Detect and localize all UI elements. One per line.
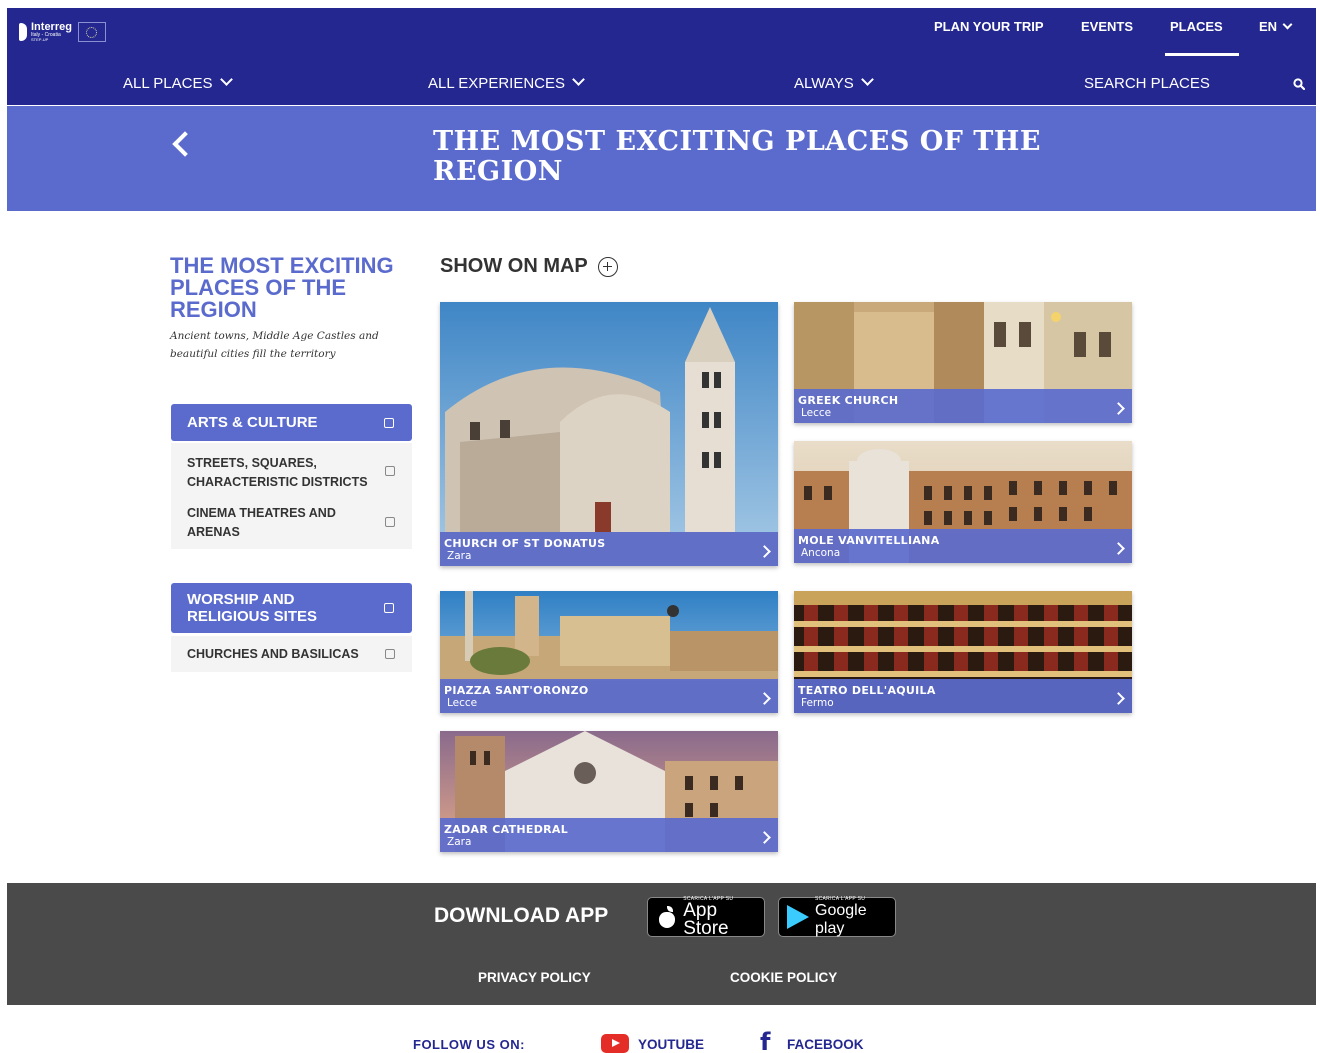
google-play-button[interactable]: SCARICA L'APP SU Google play (778, 896, 896, 937)
show-on-map-button[interactable]: SHOW ON MAP (440, 255, 618, 278)
filter-always-label: ALWAYS (794, 74, 854, 92)
logo-project: STEP-UP (31, 37, 49, 42)
active-nav-indicator (1165, 53, 1239, 56)
filter-all-places-label: ALL PLACES (123, 74, 213, 92)
nav-events[interactable]: EVENTS (1081, 0, 1133, 53)
place-city: Zara (447, 550, 472, 562)
place-card[interactable]: ZADAR CATHEDRAL Zara (440, 731, 778, 852)
page: Interreg Italy - Croatia STEP-UP PLAN YO… (0, 0, 1320, 1053)
place-card[interactable]: CHURCH OF ST DONATUS Zara (440, 302, 778, 566)
plus-circle-icon (597, 256, 618, 277)
youtube-link[interactable]: YOUTUBE (638, 1037, 704, 1052)
place-card[interactable]: MOLE VANVITELLIANA Ancona (794, 441, 1132, 563)
subcategory-list-arts: STREETS, SQUARES, CHARACTERISTIC DISTRIC… (171, 443, 412, 549)
app-store-button[interactable]: SCARICA L'APP SU App Store (647, 896, 765, 939)
place-city: Ancona (801, 547, 841, 559)
subcategory-churches[interactable]: CHURCHES AND BASILICAS (187, 645, 387, 664)
eu-flag-icon (77, 22, 106, 42)
search-icon[interactable] (1293, 78, 1305, 90)
search-places-input[interactable]: SEARCH PLACES (1084, 61, 1210, 105)
cookie-policy-link[interactable]: COOKIE POLICY (730, 970, 837, 985)
youtube-icon[interactable] (601, 1034, 629, 1053)
download-app-label: DOWNLOAD APP (434, 904, 609, 927)
category-worship[interactable]: WORSHIP AND RELIGIOUS SITES (171, 583, 412, 633)
filter-all-places[interactable]: ALL PLACES (123, 61, 233, 105)
filter-all-experiences-label: ALL EXPERIENCES (428, 74, 565, 92)
place-city: Fermo (801, 697, 834, 709)
sidebar-title: THE MOST EXCITING PLACES OF THE REGION (170, 253, 394, 322)
facebook-icon[interactable]: f (760, 1030, 770, 1053)
subcategory-streets[interactable]: STREETS, SQUARES, CHARACTERISTIC DISTRIC… (187, 454, 377, 492)
place-city: Zara (447, 836, 472, 848)
checkbox-icon[interactable] (385, 517, 395, 527)
language-selector[interactable]: EN (1259, 0, 1293, 53)
app-store-big: App Store (683, 900, 729, 939)
place-card[interactable]: GREEK CHURCH Lecce (794, 302, 1132, 423)
place-name: MOLE VANVITELLIANA (798, 534, 940, 547)
place-card[interactable]: PIAZZA SANT'ORONZO Lecce (440, 591, 778, 713)
chevron-down-icon (572, 72, 585, 86)
sidebar-subtitle: Ancient towns, Middle Age Castles and be… (170, 330, 379, 360)
google-play-big: Google play (815, 902, 867, 937)
church-of-st-donatus-image (440, 302, 778, 566)
chevron-down-icon (860, 72, 874, 86)
place-name: PIAZZA SANT'ORONZO (444, 684, 589, 697)
filter-always[interactable]: ALWAYS (794, 61, 874, 105)
language-label: EN (1259, 19, 1278, 34)
apple-icon (658, 906, 676, 928)
place-name: CHURCH OF ST DONATUS (444, 537, 606, 550)
category-arts-culture[interactable]: ARTS & CULTURE (171, 404, 412, 441)
google-play-icon (787, 905, 809, 929)
filter-all-experiences[interactable]: ALL EXPERIENCES (428, 61, 585, 105)
nav-plan-your-trip[interactable]: PLAN YOUR TRIP (934, 0, 1044, 53)
checkbox-icon[interactable] (384, 603, 394, 613)
place-name: GREEK CHURCH (798, 394, 899, 407)
place-name: TEATRO DELL'AQUILA (798, 684, 936, 697)
category-label: WORSHIP AND RELIGIOUS SITES (187, 591, 318, 625)
show-on-map-label: SHOW ON MAP (440, 255, 588, 277)
privacy-policy-link[interactable]: PRIVACY POLICY (478, 970, 591, 985)
place-name: ZADAR CATHEDRAL (444, 823, 569, 836)
subcategory-list-worship: CHURCHES AND BASILICAS (171, 636, 412, 672)
place-city: Lecce (447, 697, 478, 709)
logo-mark-icon (19, 23, 27, 41)
place-city: Lecce (801, 407, 832, 419)
facebook-link[interactable]: FACEBOOK (787, 1037, 864, 1052)
checkbox-icon[interactable] (385, 466, 395, 476)
banner-title: THE MOST EXCITING PLACES OF THE REGION (433, 126, 1041, 187)
checkbox-icon[interactable] (385, 649, 395, 659)
interreg-logo[interactable]: Interreg Italy - Croatia STEP-UP (19, 22, 106, 42)
chevron-down-icon (219, 72, 233, 86)
category-label: ARTS & CULTURE (187, 414, 318, 431)
nav-places[interactable]: PLACES (1170, 0, 1223, 53)
subcategory-cinema[interactable]: CINEMA THEATRES AND ARENAS (187, 504, 377, 542)
follow-us-label: FOLLOW US ON: (413, 1037, 525, 1052)
place-card[interactable]: TEATRO DELL'AQUILA Fermo (794, 591, 1132, 713)
chevron-down-icon (1282, 19, 1293, 30)
checkbox-icon[interactable] (384, 418, 394, 428)
